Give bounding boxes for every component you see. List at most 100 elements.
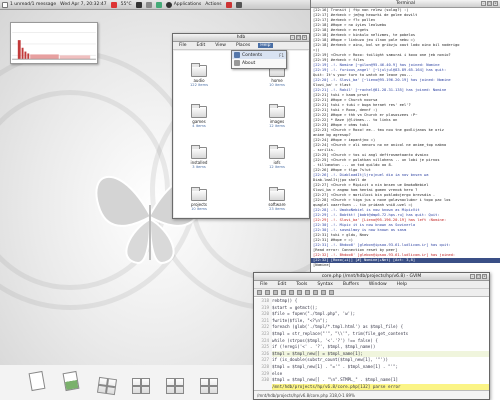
menu-help[interactable]: Help	[258, 43, 273, 48]
code-line: 329 else	[254, 370, 489, 378]
paste-icon[interactable]	[313, 290, 318, 295]
code-line: 322 foreach (glob('./tmpl/*.tmpl.html') …	[254, 324, 489, 331]
find-icon[interactable]	[321, 290, 326, 295]
network-graph	[12, 23, 96, 63]
print-icon[interactable]	[273, 290, 278, 295]
file-manager-titlebar[interactable]: hdb – □ ×	[173, 34, 309, 42]
envelope-icon	[2, 1, 8, 8]
editor-titlebar[interactable]: core.php (/mnt/hdb/projects/hp/v6.8) - G…	[254, 273, 489, 281]
close-icon[interactable]: ×	[302, 35, 307, 40]
terminal-output: [22:16] Tronsit | ftp non relew (solag?)…	[311, 8, 500, 268]
code-text: $tmpl = str_replace("'", "\\'", trim(fil…	[272, 330, 409, 336]
folder-audio[interactable]: audio 122 items	[182, 63, 216, 87]
editor-statusbar: /mnt/hdb/projects/hp/v6.8/core.php 318,0…	[254, 390, 489, 399]
code-text: rebtmp() {	[272, 298, 298, 303]
code-line: 325 if (!eregi('<' . '?', $tmpl, $tmpl_n…	[254, 344, 489, 351]
folder-games[interactable]: games 4 items	[182, 104, 216, 128]
save-icon[interactable]	[265, 290, 270, 295]
code-text: if (is_double(substr_count($tmpl_new[1],…	[272, 357, 388, 363]
code-line: 330 $tmpl = $tmpl_new[] . "\n".STMPL_" .…	[254, 377, 489, 384]
menu-edit[interactable]: Edit	[195, 43, 208, 48]
folder-icon	[191, 63, 207, 77]
minimize-icon[interactable]: –	[481, 1, 486, 6]
code-line: 320 $file = fopen("./tmpl.php", 'w');	[254, 311, 489, 318]
applications-menu-label: Applications	[173, 2, 202, 7]
folder-count: 23 items	[269, 207, 285, 211]
editor-menu-syntax[interactable]: Syntax	[315, 282, 335, 287]
folder-installed[interactable]: installed 3 items	[182, 145, 216, 169]
minimize-icon[interactable]: –	[290, 35, 295, 40]
code-line: 323 $tmpl = str_replace("'", "\\'", trim…	[254, 330, 489, 338]
run-icon[interactable]	[225, 1, 232, 8]
folder-count: 10 items	[269, 83, 285, 87]
folder-icon	[269, 145, 285, 159]
redo-icon[interactable]	[289, 290, 294, 295]
line-number: 318	[254, 298, 272, 305]
undo-icon[interactable]	[281, 290, 286, 295]
network-graph-widget	[10, 22, 98, 64]
panel-clock[interactable]: Wed Apr 7, 20:32:47	[60, 2, 106, 7]
folder-iofs[interactable]: iofs 12 items	[260, 145, 294, 169]
editor-menu-file[interactable]: File	[258, 282, 270, 287]
volume-icon[interactable]	[145, 1, 152, 8]
open-icon[interactable]	[257, 290, 262, 295]
file-manager-title: hdb	[236, 35, 246, 40]
editor-title: core.php (/mnt/hdb/projects/hp/v6.8) - G…	[321, 274, 422, 279]
code-text: $tmpl = $tmpl_new[1] . "='" . $tmpl_name…	[272, 363, 399, 369]
folder-count: 12 items	[269, 165, 285, 169]
folder-software[interactable]: software 23 items	[260, 187, 294, 211]
maximize-icon[interactable]: □	[476, 274, 481, 279]
cut-icon[interactable]	[297, 290, 302, 295]
help-contents-item[interactable]: Contents F1	[232, 51, 286, 59]
code-text: foreach (glob('./tmpl/*.tmpl.html') as $…	[272, 324, 404, 330]
help-contents-shortcut: F1	[279, 52, 284, 58]
editor-menu-edit[interactable]: Edit	[276, 282, 289, 287]
gift-box-icon[interactable]	[132, 372, 152, 394]
folder-icon	[191, 187, 207, 201]
code-line: 318 rebtmp() {	[254, 298, 489, 305]
gift-box-icon[interactable]	[200, 372, 220, 394]
editor-menu-buffers[interactable]: Buffers	[341, 282, 361, 287]
mail-notifier[interactable]: 1 unread/1 message	[2, 1, 56, 8]
thermometer-icon	[110, 1, 117, 8]
editor-toolbar	[254, 289, 489, 297]
line-number: 320	[254, 311, 272, 318]
about-icon	[234, 60, 240, 66]
network-icon[interactable]	[155, 1, 162, 8]
image-document-icon[interactable]	[62, 370, 84, 394]
code-text: $file = fopen("./tmpl.php", 'w');	[272, 311, 356, 317]
editor-menu-window[interactable]: Window	[367, 282, 389, 287]
package-icon[interactable]	[96, 372, 118, 395]
code-area[interactable]: 318 rebtmp() {319 $start = getmct(); 320 …	[254, 298, 489, 390]
editor-menu-tools[interactable]: Tools	[294, 282, 309, 287]
gift-box-icon[interactable]	[166, 372, 186, 394]
menu-view[interactable]: View	[213, 43, 228, 48]
folder-projects[interactable]: projects 10 items	[182, 187, 216, 211]
actions-menu[interactable]: Actions	[205, 2, 221, 7]
code-line: 327 if (is_double(substr_count($tmpl_new…	[254, 357, 489, 364]
maximize-icon[interactable]: □	[296, 35, 301, 40]
gvim-editor-window: core.php (/mnt/hdb/projects/hp/v6.8) - G…	[253, 272, 490, 400]
menu-file[interactable]: File	[177, 43, 189, 48]
document-icon[interactable]	[28, 370, 50, 394]
copy-icon[interactable]	[305, 290, 310, 295]
desktop-dock	[0, 365, 253, 400]
folder-icon	[191, 145, 207, 159]
gnome-foot-icon	[165, 1, 172, 8]
applications-menu[interactable]: Applications	[165, 1, 202, 8]
minimize-icon[interactable]: –	[470, 274, 475, 279]
maximize-icon[interactable]: □	[487, 1, 492, 6]
folder-images[interactable]: images 12 items	[260, 104, 294, 128]
code-text: while (strpos($tmpl, '<'.'?') !== false)…	[272, 337, 378, 343]
code-line: 321 fwrite($file, "<?\n");	[254, 317, 489, 325]
close-icon[interactable]: ×	[493, 1, 498, 6]
editor-menu-help[interactable]: Help	[395, 282, 409, 287]
system-monitor-icon[interactable]	[235, 1, 242, 8]
menu-places[interactable]: Places	[234, 43, 252, 48]
close-icon[interactable]: ×	[482, 274, 487, 279]
folder-icon	[191, 104, 207, 118]
help-about-item[interactable]: About	[232, 59, 286, 67]
help-icon[interactable]	[329, 290, 334, 295]
terminal-titlebar[interactable]: Terminal – □ ×	[311, 0, 500, 8]
folder-icon	[269, 104, 285, 118]
